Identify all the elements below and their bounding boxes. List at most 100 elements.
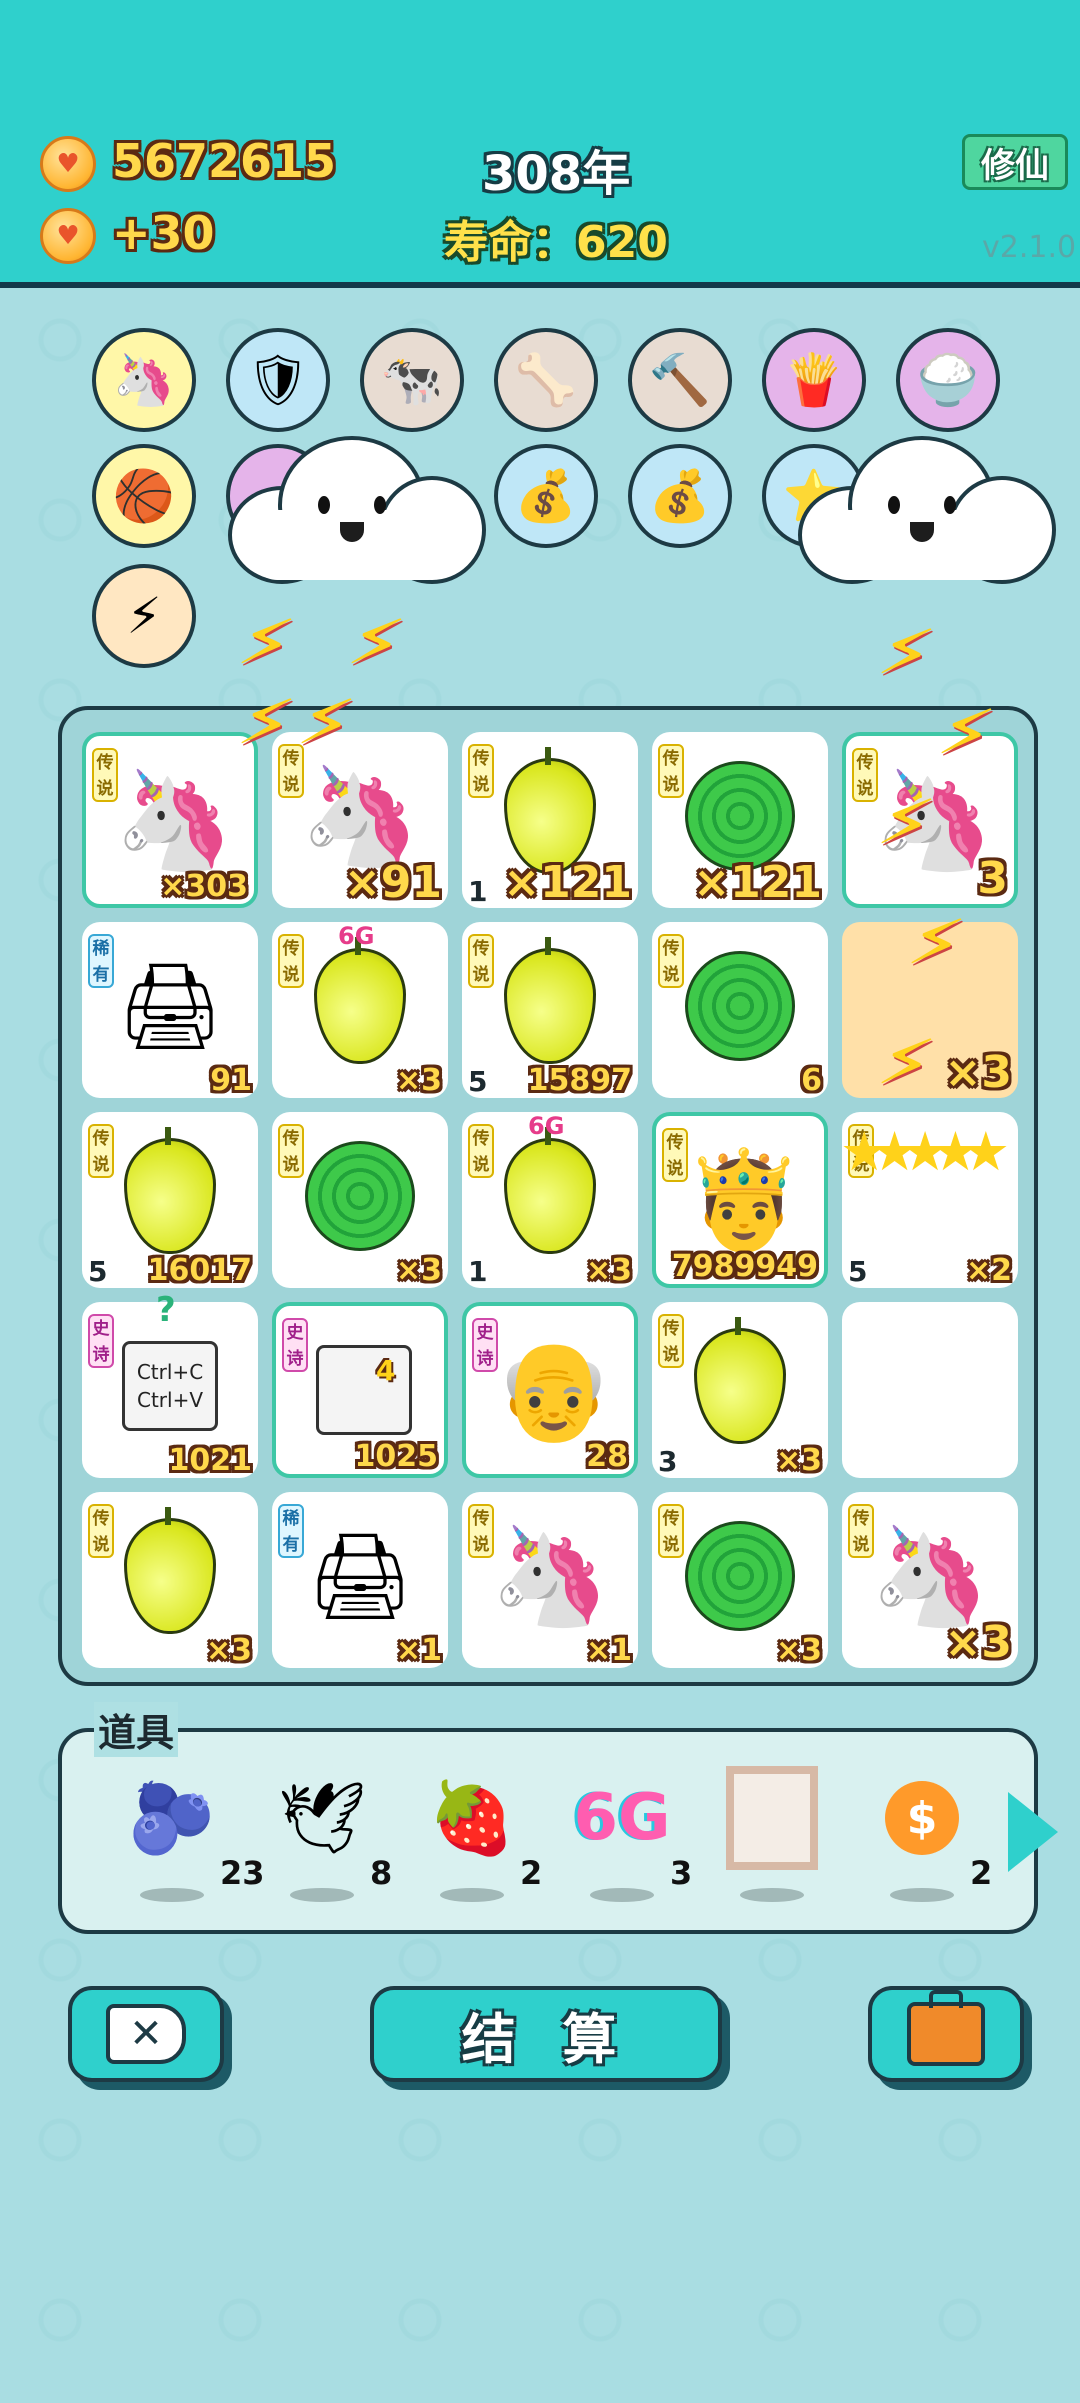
briefcase-icon	[907, 1990, 985, 2066]
copy-icon	[304, 1330, 424, 1450]
lightning-icon[interactable]: ⚡	[92, 564, 196, 668]
version-label: v2.1.0	[982, 230, 1077, 265]
rice-bowl-icon[interactable]: 🍚	[896, 328, 1000, 432]
money-bag-icon[interactable]: 💰	[628, 444, 732, 548]
close-button[interactable]: ✕	[68, 1986, 224, 2082]
grid-cell[interactable]: 传说 ×3	[82, 1492, 258, 1668]
briefcase-button[interactable]	[868, 1986, 1024, 2082]
grid-cell[interactable]: 传说 6G 1 ×3	[462, 1112, 638, 1288]
melon-icon	[300, 1136, 420, 1256]
item-count: 1021	[168, 1443, 253, 1478]
unicorn-icon[interactable]: 🦄	[92, 328, 196, 432]
6g-icon[interactable]: 6G	[573, 1770, 670, 1866]
xiuxian-button[interactable]: 修仙	[962, 134, 1068, 190]
hammer-icon[interactable]: 🔨	[628, 328, 732, 432]
grid-cell[interactable]: 稀有 🖨 91	[82, 922, 258, 1098]
item-level: 5	[848, 1255, 868, 1288]
grid-cell[interactable]	[842, 1302, 1018, 1478]
cow-pair-icon[interactable]: 🐄	[360, 328, 464, 432]
basketballs-icon[interactable]: 🏀	[92, 444, 196, 548]
item-shadow	[290, 1888, 354, 1902]
item-count: 91	[210, 1063, 252, 1098]
boost-count: 4	[376, 1354, 396, 1387]
grid-cell[interactable]: 稀有 🖨 ×1	[272, 1492, 448, 1668]
item-count: 16017	[147, 1253, 252, 1288]
item-count: ×121	[503, 857, 632, 908]
question-mark-label: ?	[156, 1290, 176, 1330]
item-level: 5	[468, 1065, 488, 1098]
grid-cell[interactable]: 传说 3 ×3	[652, 1302, 828, 1478]
item-level: 1	[468, 1255, 488, 1288]
item-count: 15897	[527, 1063, 632, 1098]
grid-cell[interactable]: 传说 1 ×121	[462, 732, 638, 908]
item-count: ×3	[944, 1047, 1012, 1098]
item-count: 28	[586, 1439, 628, 1474]
grid-cell[interactable]: 传说 5 16017	[82, 1112, 258, 1288]
pear-icon	[300, 937, 420, 1066]
settle-button[interactable]: 结 算	[370, 1986, 722, 2082]
coin-income: +30	[112, 206, 215, 260]
cloud-character	[798, 426, 1056, 596]
stars-effect-icon: ★★★★★	[840, 1120, 1010, 1183]
pet-bowl-icon[interactable]: 🦴	[494, 328, 598, 432]
tool-count: 23	[220, 1854, 265, 1892]
item-shadow	[740, 1888, 804, 1902]
item-level: 1	[468, 875, 488, 908]
melon-icon	[680, 1516, 800, 1636]
grid-cell[interactable]: 传说 ×3	[272, 1112, 448, 1288]
money-bag-icon[interactable]: 💰	[494, 444, 598, 548]
unicorn-icon: 🦄	[114, 763, 234, 876]
oldman-icon: 👴	[494, 1333, 614, 1446]
blueberry-icon[interactable]: 🫐	[124, 1770, 220, 1866]
item-count: ×3	[944, 1617, 1012, 1668]
grid-cell[interactable]: 传说 ×121	[652, 732, 828, 908]
item-count: 7989949	[671, 1249, 818, 1284]
item-count: ×3	[775, 1633, 822, 1668]
item-count: ×3	[585, 1253, 632, 1288]
tools-title: 道具	[94, 1702, 179, 1757]
dove-icon[interactable]: 🕊	[274, 1770, 370, 1866]
grid-cell[interactable]: 史诗 4 1025	[272, 1302, 448, 1478]
strawberry-icon[interactable]: 🍓	[424, 1770, 520, 1866]
frame-icon[interactable]	[724, 1766, 820, 1870]
printer-icon: 🖨	[116, 956, 224, 1055]
item-shadow	[590, 1888, 654, 1902]
cloud-character	[228, 426, 486, 596]
unicorn-icon: 🦄	[490, 1519, 610, 1632]
item-count: ×2	[965, 1253, 1012, 1288]
grid-cell[interactable]: 史诗 👴 28	[462, 1302, 638, 1478]
grid-cell[interactable]: 传说 6	[652, 922, 828, 1098]
coin-heart-icon: ♥	[40, 136, 96, 192]
grid-cell[interactable]: 传说 ×3	[652, 1492, 828, 1668]
item-shadow	[440, 1888, 504, 1902]
grid-cell[interactable]: 传说 🦄 ×3	[842, 1492, 1018, 1668]
item-level: 5	[88, 1255, 108, 1288]
pear-icon	[680, 1317, 800, 1446]
item-count: ×3	[775, 1443, 822, 1478]
6g-tag: 6G	[338, 922, 375, 950]
copy-paste-text	[316, 1345, 412, 1435]
item-count: ×3	[205, 1633, 252, 1668]
grid-cell[interactable]: 传说 🦄 ×1	[462, 1492, 638, 1668]
grid-cell[interactable]: 传说 5 15897	[462, 922, 638, 1098]
item-count: ×303	[160, 869, 248, 904]
melon-icon	[680, 946, 800, 1066]
grid-cell[interactable]: 传说 6G ×3	[272, 922, 448, 1098]
grid-cell[interactable]: 史诗 Ctrl+C Ctrl+V? 1021	[82, 1290, 258, 1478]
fries-icon[interactable]: 🍟	[762, 328, 866, 432]
coin-total: 5672615	[112, 134, 337, 188]
lifespan-row: 寿命：620	[444, 206, 668, 270]
tool-count: 2	[520, 1854, 543, 1892]
pear-icon	[490, 937, 610, 1066]
coin-heart-icon: ♥	[40, 208, 96, 264]
year-label: 308年	[482, 146, 631, 202]
settle-label: 结 算	[461, 2007, 631, 2071]
lifespan-label: 寿命：	[444, 217, 576, 268]
item-count: ×3	[395, 1063, 442, 1098]
dollar-coin-icon[interactable]: $	[874, 1770, 970, 1866]
tools-next-arrow-icon[interactable]	[1008, 1792, 1058, 1872]
copy-icon: Ctrl+C Ctrl+V	[110, 1326, 230, 1446]
grid-cell[interactable]: 传说 🤴 7989949	[652, 1112, 828, 1288]
shield-wrench-icon[interactable]: 🛡	[226, 328, 330, 432]
item-shadow	[140, 1888, 204, 1902]
